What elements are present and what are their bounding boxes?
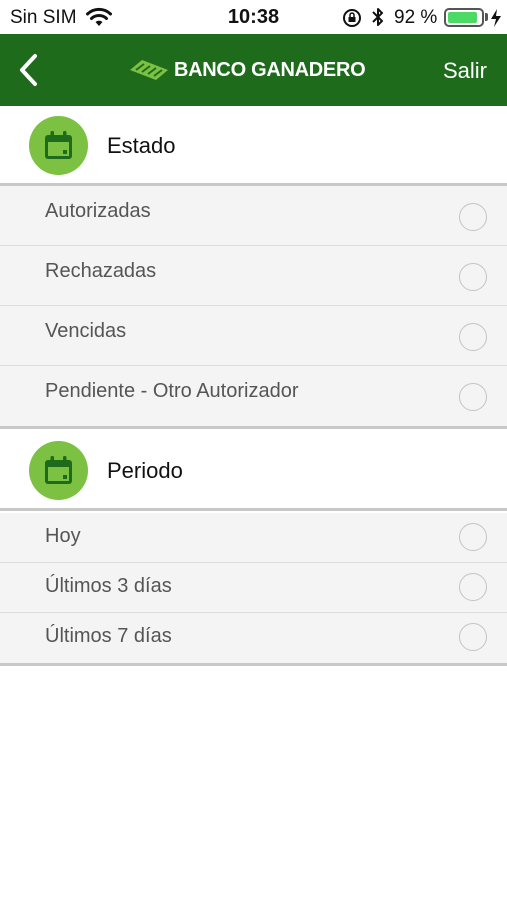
calendar-icon — [29, 116, 88, 175]
brand-logo: BANCO GANADERO — [128, 54, 366, 86]
option-label: Pendiente - Otro Autorizador — [45, 380, 299, 402]
option-hoy[interactable]: Hoy — [0, 513, 507, 563]
bluetooth-icon — [372, 8, 383, 26]
radio-button[interactable] — [459, 623, 487, 651]
battery-icon — [444, 8, 484, 27]
radio-button[interactable] — [459, 573, 487, 601]
option-label: Hoy — [45, 525, 81, 547]
radio-button[interactable] — [459, 523, 487, 551]
option-rechazadas[interactable]: Rechazadas — [0, 246, 507, 306]
section-title: Estado — [107, 133, 176, 158]
radio-button[interactable] — [459, 203, 487, 231]
charging-icon — [491, 9, 501, 27]
section-title: Periodo — [107, 458, 183, 483]
option-ultimos-3-dias[interactable]: Últimos 3 días — [0, 563, 507, 613]
estado-options: Autorizadas Rechazadas Vencidas Pendient… — [0, 186, 507, 429]
calendar-icon — [29, 441, 88, 500]
bank-logo-icon — [130, 60, 168, 80]
option-autorizadas[interactable]: Autorizadas — [0, 186, 507, 246]
option-label: Últimos 3 días — [45, 575, 172, 597]
battery-fill — [448, 12, 478, 23]
brand-name: BANCO GANADERO — [174, 58, 366, 81]
radio-button[interactable] — [459, 383, 487, 411]
option-pendiente-otro-autorizador[interactable]: Pendiente - Otro Autorizador — [0, 366, 507, 426]
radio-button[interactable] — [459, 323, 487, 351]
section-header-periodo: Periodo — [0, 431, 507, 511]
status-bar: Sin SIM 10:38 92 % — [0, 0, 507, 34]
battery-nub — [485, 13, 488, 21]
battery-percentage: 92 % — [394, 7, 438, 28]
option-vencidas[interactable]: Vencidas — [0, 306, 507, 366]
app-header: BANCO GANADERO Salir — [0, 34, 507, 106]
logout-button[interactable]: Salir — [443, 58, 487, 84]
option-label: Vencidas — [45, 320, 127, 342]
section-header-estado: Estado — [0, 106, 507, 186]
option-label: Rechazadas — [45, 260, 157, 282]
back-chevron-icon[interactable] — [16, 52, 42, 88]
periodo-options: Hoy Últimos 3 días Últimos 7 días — [0, 513, 507, 666]
option-label: Últimos 7 días — [45, 625, 172, 647]
option-label: Autorizadas — [45, 200, 151, 222]
radio-button[interactable] — [459, 263, 487, 291]
option-ultimos-7-dias[interactable]: Últimos 7 días — [0, 613, 507, 663]
orientation-lock-icon — [343, 9, 361, 27]
